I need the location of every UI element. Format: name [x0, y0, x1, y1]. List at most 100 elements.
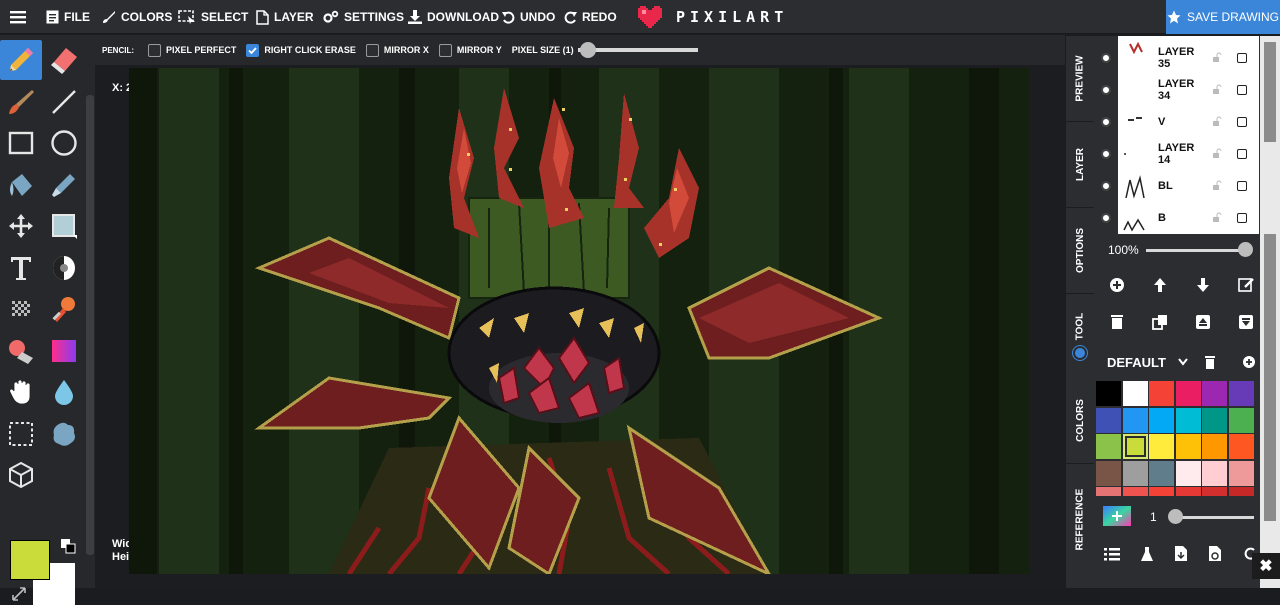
move-layer-down-icon[interactable]: [1194, 276, 1212, 294]
unlock-icon[interactable]: [1212, 180, 1222, 193]
color-swatch[interactable]: [1202, 460, 1227, 486]
file-menu[interactable]: FILE: [46, 0, 90, 34]
color-swatch[interactable]: [1228, 487, 1254, 496]
list-icon[interactable]: [1104, 547, 1120, 561]
layer-row[interactable]: V: [1094, 106, 1259, 138]
layer-checkbox[interactable]: [1237, 85, 1247, 95]
pixel-perfect-checkbox[interactable]: [148, 43, 161, 57]
chevron-down-icon[interactable]: [1178, 358, 1188, 366]
selection-tool[interactable]: [0, 414, 42, 454]
import-file-icon[interactable]: [1174, 545, 1188, 562]
save-drawing-button[interactable]: SAVE DRAWING: [1166, 0, 1280, 34]
color-swatch[interactable]: [1202, 487, 1227, 496]
merge-down-icon[interactable]: [1237, 313, 1255, 331]
mirror-y-checkbox[interactable]: [438, 43, 452, 57]
flask-icon[interactable]: [1140, 546, 1154, 562]
right-click-erase-option[interactable]: RIGHT CLICK ERASE: [246, 43, 356, 57]
color-picker-tool[interactable]: [43, 165, 85, 205]
color-swatch[interactable]: [1122, 460, 1148, 486]
mirror-x-option[interactable]: MIRROR X: [365, 43, 429, 57]
shape-fill-tool[interactable]: [43, 206, 85, 246]
color-swatch[interactable]: [1149, 381, 1174, 406]
color-swatch[interactable]: [1096, 460, 1121, 486]
layer-visible-dot[interactable]: [1101, 181, 1111, 191]
color-swatch[interactable]: [1122, 407, 1148, 433]
color-swatch[interactable]: [1175, 407, 1201, 433]
edit-layer-icon[interactable]: [1237, 276, 1255, 294]
pixilart-logo[interactable]: PIXILART: [636, 4, 788, 30]
add-palette-icon[interactable]: [1242, 355, 1256, 369]
color-swatch[interactable]: [1149, 407, 1174, 433]
download-menu[interactable]: DOWNLOAD: [408, 0, 499, 34]
stamp-tool[interactable]: [43, 289, 85, 329]
layer-visible-dot[interactable]: [1101, 149, 1111, 159]
brush-size-slider[interactable]: [1174, 516, 1254, 519]
color-swatch[interactable]: [1149, 434, 1174, 459]
pixel-perfect-option[interactable]: PIXEL PERFECT: [148, 43, 236, 57]
color-swatch[interactable]: [1202, 434, 1227, 459]
eraser-tool[interactable]: [43, 40, 85, 80]
color-swatch[interactable]: [1122, 487, 1148, 496]
close-button[interactable]: ✖: [1252, 553, 1280, 579]
color-swatch[interactable]: [1175, 487, 1201, 496]
undo-button[interactable]: UNDO: [502, 0, 555, 34]
layer-visible-dot[interactable]: [1101, 117, 1111, 127]
delete-palette-icon[interactable]: [1204, 355, 1216, 369]
layer-visible-dot[interactable]: [1101, 53, 1111, 63]
color-swatch[interactable]: [1096, 434, 1121, 459]
color-swatch[interactable]: [1149, 487, 1174, 496]
color-swatch[interactable]: [1228, 407, 1254, 433]
layer-row[interactable]: LAYER 14: [1094, 138, 1259, 170]
color-swatch[interactable]: [1175, 434, 1201, 459]
line-tool[interactable]: [43, 82, 85, 122]
layer-checkbox[interactable]: [1237, 149, 1247, 159]
mirror-y-option[interactable]: MIRROR Y: [438, 43, 502, 57]
color-swatch[interactable]: [1096, 487, 1121, 496]
layer-visible-dot[interactable]: [1101, 213, 1111, 223]
tab-options[interactable]: OPTIONS: [1066, 208, 1094, 294]
unlock-icon[interactable]: [1212, 212, 1222, 225]
panel-scrollbar-thumb[interactable]: [1264, 211, 1276, 521]
color-swatch[interactable]: [1228, 381, 1254, 406]
layer-row[interactable]: BL: [1094, 170, 1259, 202]
circle-tool[interactable]: [43, 123, 85, 163]
layers-scrollbar[interactable]: [1260, 36, 1280, 234]
lighten-tool[interactable]: [43, 372, 85, 412]
color-replace-tool[interactable]: [0, 331, 42, 371]
colors-menu[interactable]: COLORS: [102, 0, 172, 34]
tab-tool[interactable]: TOOL: [1066, 294, 1094, 378]
hand-tool[interactable]: [0, 372, 42, 412]
dither-tool[interactable]: [43, 248, 85, 288]
select-menu[interactable]: SELECT: [178, 0, 248, 34]
tab-layer[interactable]: LAYER: [1066, 122, 1094, 208]
layers-scrollbar-thumb[interactable]: [1264, 42, 1276, 142]
right-click-erase-checkbox[interactable]: [246, 43, 260, 57]
3d-tool[interactable]: [0, 455, 42, 495]
swap-colors-icon[interactable]: [60, 538, 76, 554]
color-swatch[interactable]: [1175, 460, 1201, 486]
layer-row[interactable]: LAYER 35: [1094, 41, 1259, 74]
resize-arrows-icon[interactable]: [12, 587, 26, 601]
brush-size-slider-thumb[interactable]: [1168, 509, 1183, 524]
layer-checkbox[interactable]: [1237, 53, 1247, 63]
color-swatch[interactable]: [1202, 381, 1227, 406]
layer-opacity-slider[interactable]: [1146, 249, 1246, 252]
tab-preview[interactable]: PREVIEW: [1066, 36, 1094, 122]
mirror-x-checkbox[interactable]: [365, 43, 379, 57]
color-swatch[interactable]: [1228, 434, 1254, 459]
gradient-tool[interactable]: [43, 331, 85, 371]
add-layer-icon[interactable]: [1108, 276, 1126, 294]
hamburger-menu-button[interactable]: [10, 0, 26, 34]
text-tool[interactable]: [0, 248, 42, 288]
layer-row[interactable]: B: [1094, 202, 1259, 234]
tab-reference[interactable]: REFERENCE: [1066, 464, 1094, 574]
settings-menu[interactable]: SETTINGS: [323, 0, 404, 34]
workspace[interactable]: X: 2 Wid Hei: [95, 66, 1065, 588]
color-swatch[interactable]: [1228, 460, 1254, 486]
color-swatch[interactable]: [1149, 460, 1174, 486]
export-file-icon[interactable]: [1208, 545, 1222, 562]
blob-tool[interactable]: [43, 414, 85, 454]
drawing-canvas[interactable]: [129, 68, 1029, 574]
layer-menu[interactable]: LAYER: [256, 0, 314, 34]
move-layer-up-icon[interactable]: [1151, 276, 1169, 294]
